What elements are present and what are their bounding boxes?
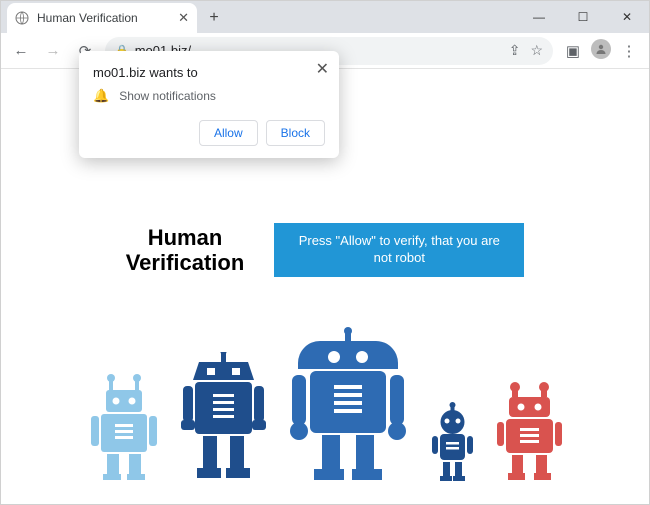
globe-icon xyxy=(15,11,29,25)
popup-close-icon[interactable]: ✕ xyxy=(316,59,329,79)
profile-avatar[interactable] xyxy=(591,39,611,59)
heading-line1: Human xyxy=(126,225,245,250)
minimize-button[interactable]: — xyxy=(517,1,561,33)
tab-close-icon[interactable]: ✕ xyxy=(178,10,189,26)
tab-title: Human Verification xyxy=(37,11,170,25)
new-tab-button[interactable]: + xyxy=(201,5,227,31)
tab-strip: Human Verification ✕ + — ☐ ✕ xyxy=(1,1,649,33)
block-button[interactable]: Block xyxy=(266,120,325,146)
bell-icon: 🔔 xyxy=(93,88,109,104)
popup-origin-text: mo01.biz wants to xyxy=(93,65,325,80)
window-controls: — ☐ ✕ xyxy=(517,1,649,33)
maximize-button[interactable]: ☐ xyxy=(561,1,605,33)
menu-button[interactable]: ⋮ xyxy=(617,39,641,63)
robots-illustration xyxy=(1,327,649,482)
window-close-button[interactable]: ✕ xyxy=(605,1,649,33)
robot-icon-2 xyxy=(181,352,266,482)
robot-icon-4 xyxy=(430,402,475,482)
notification-permission-popup: ✕ mo01.biz wants to 🔔 Show notifications… xyxy=(79,51,339,158)
back-button[interactable]: ← xyxy=(9,39,33,63)
tab-human-verification[interactable]: Human Verification ✕ xyxy=(7,3,197,33)
robot-icon-3 xyxy=(288,327,408,482)
robot-icon-5 xyxy=(497,382,562,482)
robot-icon-1 xyxy=(89,372,159,482)
instruction-banner: Press "Allow" to verify, that you are no… xyxy=(274,223,524,277)
forward-button[interactable]: → xyxy=(41,39,65,63)
popup-permission-text: Show notifications xyxy=(119,89,216,103)
bookmark-icon[interactable]: ☆ xyxy=(530,42,543,59)
allow-button[interactable]: Allow xyxy=(199,120,258,146)
share-icon[interactable]: ⇪ xyxy=(509,42,521,59)
extensions-icon[interactable]: ▣ xyxy=(561,39,585,63)
page-heading: Human Verification xyxy=(126,225,245,276)
heading-line2: Verification xyxy=(126,250,245,275)
